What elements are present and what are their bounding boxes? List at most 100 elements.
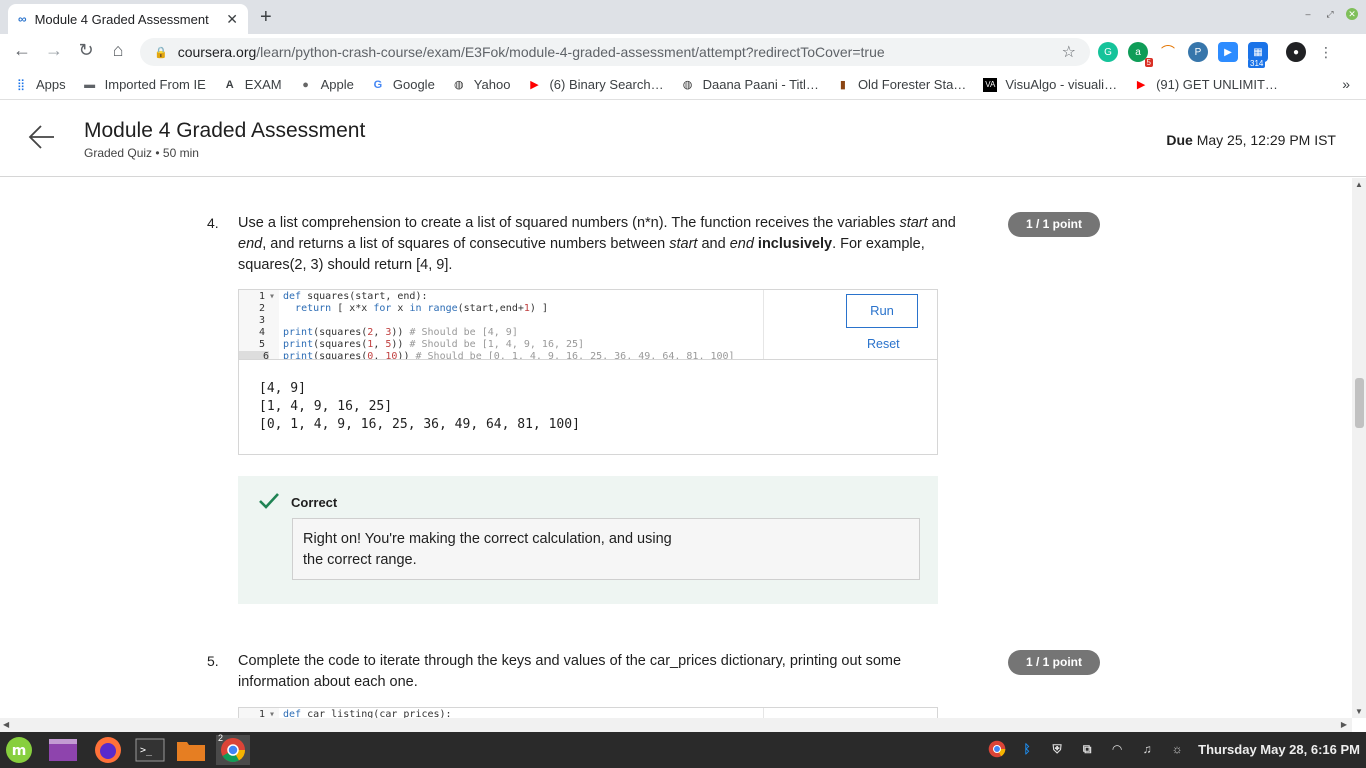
back-arrow-icon[interactable]: ← [10, 40, 34, 61]
lock-icon[interactable]: 🔒 [154, 46, 168, 59]
bookmark-get-unlimited[interactable]: ▶ (91) GET UNLIMIT… [1134, 77, 1278, 92]
scroll-down-icon[interactable]: ▼ [1355, 707, 1363, 716]
browser-tab-strip: ∞ Module 4 Graded Assessment ✕ + – ⤢ ✕ [0, 0, 1366, 34]
fold-arrow-icon[interactable]: ▾ [269, 291, 275, 302]
question-5-line: information about each one. [238, 674, 418, 690]
scroll-up-icon[interactable]: ▲ [1355, 180, 1363, 189]
bookmark-apple[interactable]: ● Apple [299, 77, 354, 92]
page-header: Module 4 Graded Assessment Graded Quiz •… [0, 101, 1366, 177]
quiz-content: 4. Use a list comprehension to create a … [0, 178, 1352, 718]
apps-grid-icon: ⣿ [16, 78, 26, 91]
question-number: 5. [207, 653, 219, 669]
coursera-favicon-icon: ∞ [18, 12, 27, 26]
page-subtitle: Graded Quiz • 50 min [84, 146, 199, 160]
address-bar[interactable]: 🔒 coursera.org/learn/python-crash-course… [140, 38, 1090, 66]
fold-arrow-icon[interactable]: ▾ [269, 709, 275, 718]
bookmark-yahoo[interactable]: ◍ Yahoo [452, 77, 510, 92]
menu-kebab-icon[interactable]: ⋮ [1316, 42, 1336, 62]
maximize-window-icon[interactable]: ⤢ [1324, 8, 1336, 20]
mint-menu-icon[interactable]: m [4, 735, 34, 765]
bookmark-imported-from-ie[interactable]: ▬ Imported From IE [83, 77, 206, 92]
network-icon[interactable]: ⧉ [1078, 740, 1096, 758]
bookmark-apps[interactable]: ⣿ Apps [14, 77, 66, 92]
feedback-panel: Correct Right on! You're making the corr… [238, 476, 938, 604]
calendar-badge: 314 [1248, 59, 1266, 68]
line-number: 3 [258, 315, 265, 326]
reset-link[interactable]: Reset [867, 337, 900, 351]
bookmark-daana-paani[interactable]: ◍ Daana Paani - Titl… [681, 77, 819, 92]
back-arrow-icon[interactable] [28, 123, 56, 159]
home-icon[interactable]: ⌂ [106, 40, 130, 61]
chrome-tray-icon[interactable] [988, 740, 1006, 758]
system-tray: ᛒ ⛨ ⧉ ◠ ♫ ☼ Thursday May 28, 6:16 PM [988, 740, 1360, 758]
bookmark-visualgo[interactable]: VA VisuAlgo - visuali… [983, 77, 1117, 92]
grammarly-icon[interactable]: G [1098, 42, 1118, 62]
feedback-status: Correct [291, 495, 338, 510]
bookmark-label: Google [392, 77, 435, 92]
reload-icon[interactable]: ↻ [74, 40, 98, 61]
bookmark-star-icon[interactable]: ☆ [1062, 42, 1076, 62]
editor-divider [763, 708, 764, 718]
code-line-1[interactable]: def car_listing(car_prices): [283, 709, 452, 718]
apple-icon: ● [302, 78, 309, 91]
extensions-area: G a5 ⌒ P ▶ ▦ 314 ● ⋮ [1098, 42, 1336, 68]
browser-toolbar: ← → ↻ ⌂ 🔒 coursera.org/learn/python-cras… [0, 34, 1366, 70]
code-line-2[interactable]: return [ x*x for x in range(start,end+1)… [283, 303, 548, 314]
close-window-icon[interactable]: ✕ [1346, 8, 1358, 20]
horizontal-scrollbar[interactable]: ◀ ▶ [0, 718, 1352, 732]
rainbow-extension-icon[interactable]: ⌒ [1158, 42, 1178, 62]
profile-avatar[interactable]: ● [1286, 42, 1306, 62]
code-line-1[interactable]: def squares(start, end): [283, 291, 428, 302]
scrollbar-thumb[interactable] [1355, 378, 1364, 428]
line-number: 1 [258, 709, 265, 718]
bookmarks-overflow-icon[interactable]: » [1342, 76, 1350, 92]
code-editor-q5[interactable]: 1 ▾ def car_listing(car_prices): [238, 707, 938, 718]
file-manager-icon[interactable] [48, 735, 78, 765]
line-number: 5 [258, 339, 265, 350]
chrome-taskbar-icon[interactable]: 2 [216, 733, 250, 765]
bookmark-binary-search[interactable]: ▶ (6) Binary Search… [527, 77, 663, 92]
browser-tab-active[interactable]: ∞ Module 4 Graded Assessment ✕ [8, 4, 248, 34]
bookmark-old-forester[interactable]: ▮ Old Forester Sta… [836, 77, 966, 92]
feedback-line: the correct range. [303, 552, 417, 568]
scroll-left-icon[interactable]: ◀ [3, 720, 9, 729]
svg-text:m: m [12, 743, 27, 759]
run-button[interactable]: Run [846, 294, 918, 328]
bookmark-google[interactable]: G Google [371, 77, 435, 92]
close-tab-icon[interactable]: ✕ [226, 11, 238, 28]
minimize-window-icon[interactable]: – [1302, 8, 1314, 20]
new-tab-button[interactable]: + [260, 6, 272, 29]
zoom-icon[interactable]: ▶ [1218, 42, 1238, 62]
scroll-right-icon[interactable]: ▶ [1341, 720, 1347, 729]
folder-icon[interactable] [176, 735, 206, 765]
code-editor[interactable]: 1 ▾ def squares(start, end): 2 return [ … [238, 289, 938, 360]
music-icon[interactable]: ♫ [1138, 740, 1156, 758]
bluetooth-icon[interactable]: ᛒ [1018, 740, 1036, 758]
output-line: [0, 1, 4, 9, 16, 25, 36, 49, 64, 81, 100… [259, 417, 580, 432]
code-line-4[interactable]: print(squares(2, 3)) # Should be [4, 9] [283, 327, 518, 338]
clock[interactable]: Thursday May 28, 6:16 PM [1198, 742, 1360, 757]
bookmark-exam[interactable]: A EXAM [223, 77, 282, 92]
window-controls: – ⤢ ✕ [1302, 8, 1358, 20]
feedback-line: Right on! You're making the correct calc… [303, 531, 672, 547]
bookmark-label: Apple [320, 77, 354, 92]
output-line: [4, 9] [259, 381, 306, 396]
wifi-icon[interactable]: ◠ [1108, 740, 1126, 758]
firefox-icon[interactable] [93, 735, 123, 765]
bookmark-label: Apps [36, 77, 66, 92]
question-5-text: Complete the code to iterate through the… [238, 651, 978, 693]
code-line-5[interactable]: print(squares(1, 5)) # Should be [1, 4, … [283, 339, 584, 350]
extension-a-icon[interactable]: a5 [1128, 42, 1153, 67]
vertical-scrollbar[interactable]: ▲ ▼ [1352, 178, 1366, 718]
code-line-6[interactable]: print(squares(0, 10)) # Should be [0, 1,… [283, 351, 735, 359]
calendar-extension-icon[interactable]: ▦ 314 [1248, 42, 1268, 68]
youtube-icon: ▶ [530, 78, 539, 91]
terminal-icon[interactable]: >_ [135, 735, 165, 765]
question-4-text: Use a list comprehension to create a lis… [238, 215, 956, 273]
shield-icon[interactable]: ⛨ [1048, 740, 1066, 758]
brightness-icon[interactable]: ☼ [1168, 740, 1186, 758]
code-output: [4, 9] [1, 4, 9, 16, 25] [0, 1, 4, 9, 16… [238, 360, 938, 455]
line-number: 6 [239, 351, 269, 359]
python-icon[interactable]: P [1188, 42, 1208, 62]
forward-arrow-icon[interactable]: → [42, 40, 66, 61]
